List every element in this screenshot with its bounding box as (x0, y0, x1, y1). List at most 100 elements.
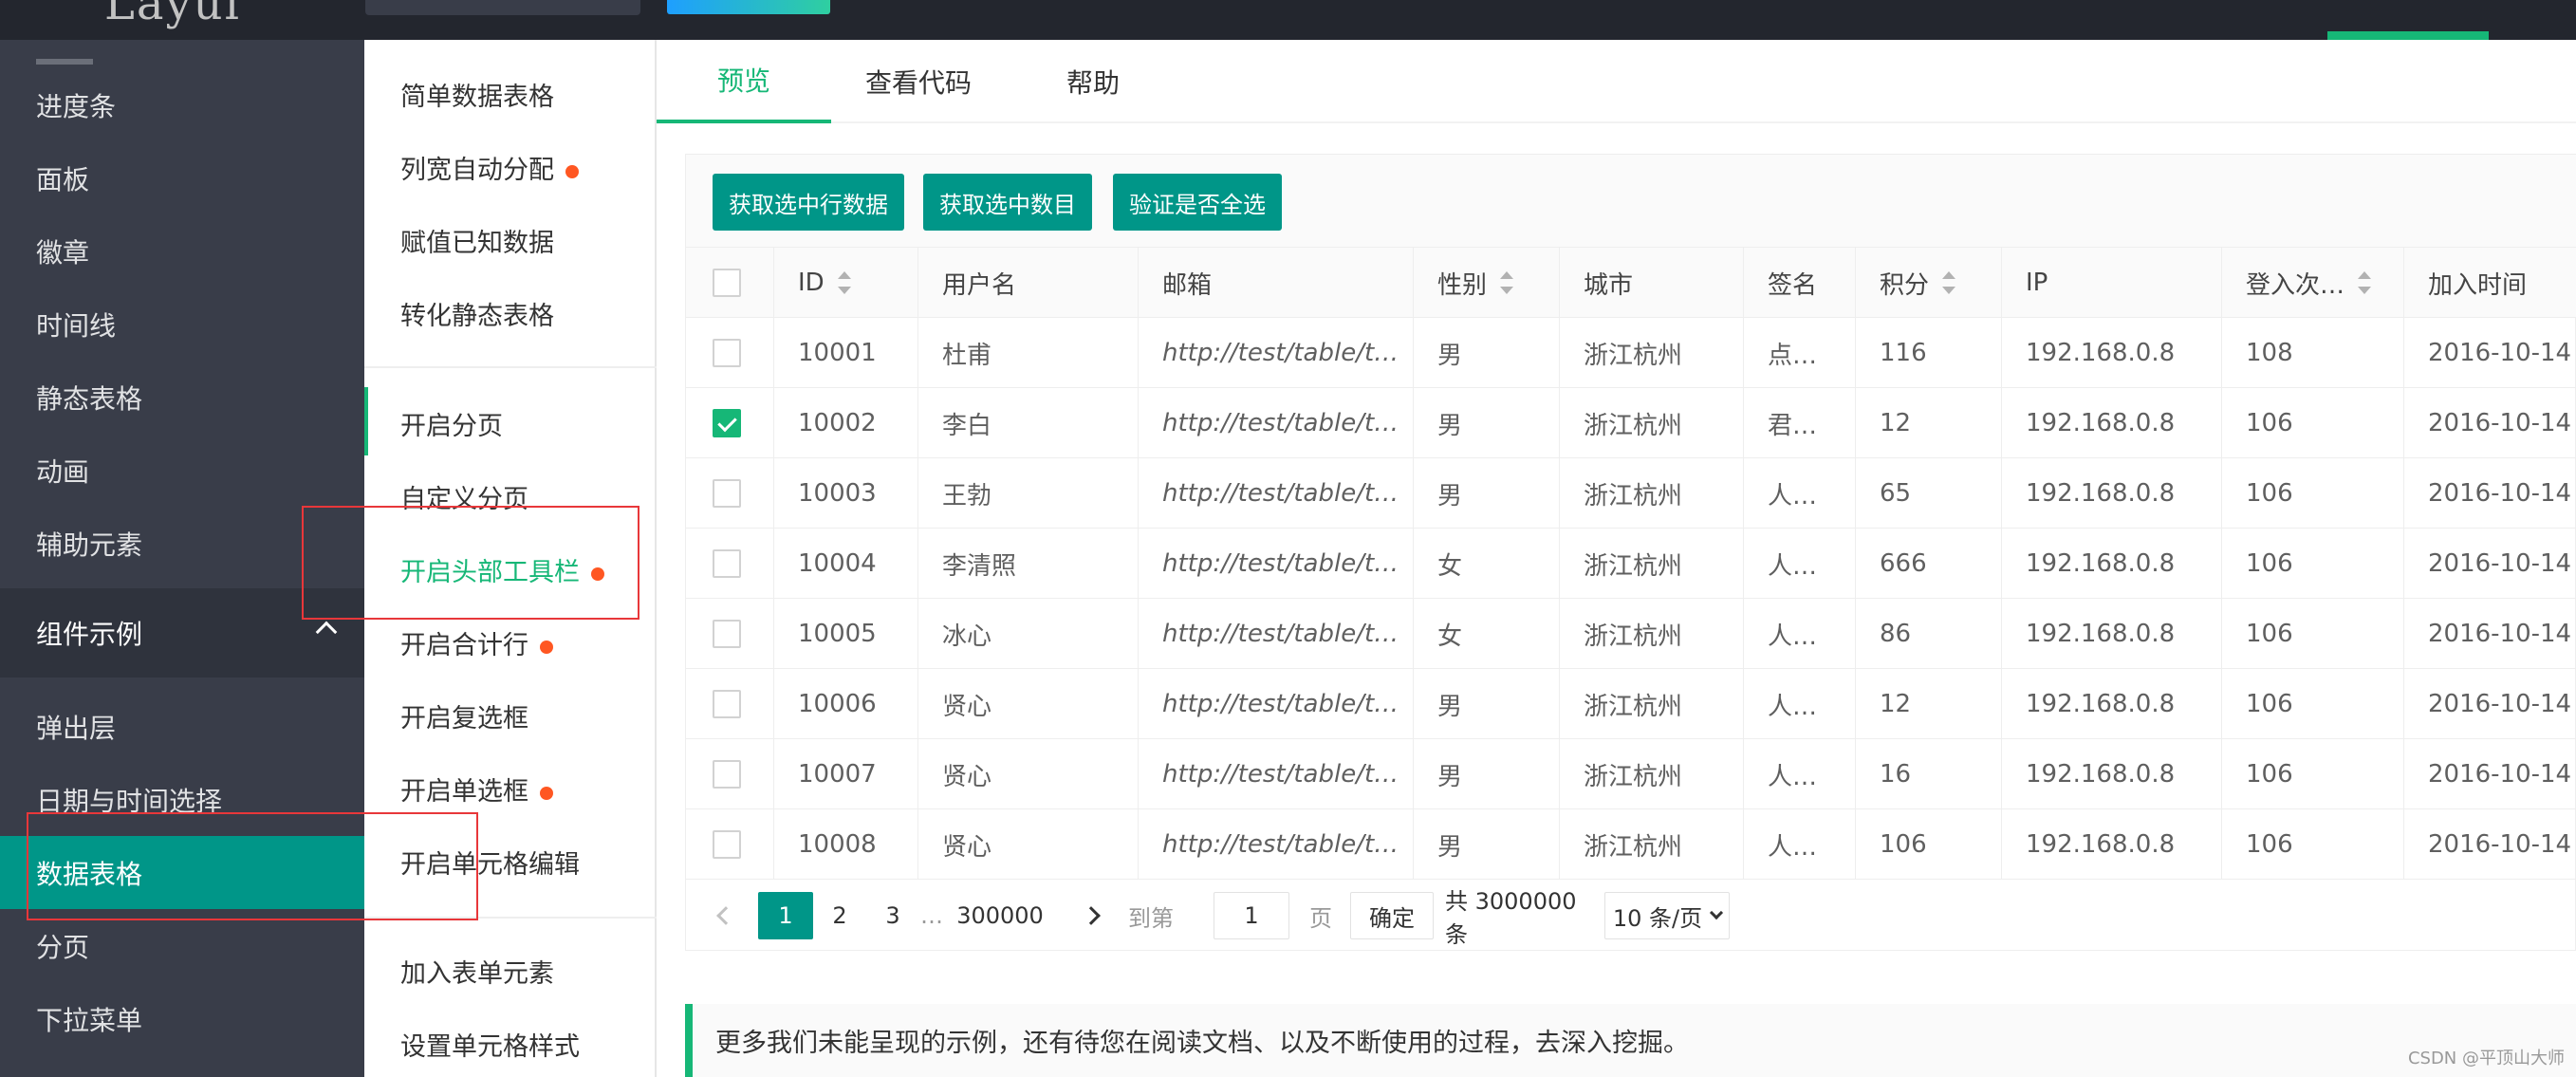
top-right-button[interactable] (2327, 31, 2489, 40)
subnav-checkbox[interactable]: 开启复选框 (400, 697, 528, 734)
cell-id: 10002 (798, 409, 877, 437)
prev-page-button[interactable] (707, 892, 745, 939)
tab-preview[interactable]: 预览 (657, 40, 831, 123)
column-header-label: 加入时间 (2428, 270, 2528, 300)
column-divider[interactable] (917, 529, 918, 599)
page-current[interactable]: 1 (758, 892, 813, 939)
cell-score: 12 (1880, 690, 1912, 718)
get-checked-count-button[interactable]: 获取选中数目 (923, 174, 1092, 231)
page-size-select[interactable]: 10 条/页 (1604, 892, 1730, 939)
column-divider (1743, 809, 1744, 880)
column-divider (1743, 739, 1744, 809)
page-last[interactable]: 300000 (948, 892, 1052, 939)
sort-icon[interactable] (837, 271, 851, 294)
column-divider (773, 529, 774, 599)
cell-sign: 人… (1768, 481, 1818, 511)
tab-help[interactable]: 帮助 (1006, 40, 1180, 123)
new-dot-icon (565, 164, 579, 178)
sort-icon[interactable] (2358, 271, 2372, 294)
row-checkbox[interactable] (713, 830, 741, 859)
sidebar-item-animation[interactable]: 动画 (0, 434, 364, 507)
row-checkbox[interactable] (713, 690, 741, 718)
row-checkbox[interactable] (713, 479, 741, 508)
subnav-enable-paging[interactable]: 开启分页 (400, 405, 503, 442)
table-row[interactable]: 10007 贤心 http://test/table/t… 男 浙江杭州 人… 16 192.… (686, 739, 2576, 809)
main-content: 预览 查看代码 帮助 获取选中行数据 获取选中数目 验证是否全选 ID 用户名 邮箱… (657, 40, 2576, 1077)
column-divider[interactable] (917, 669, 918, 739)
pagination: 1 2 3 … 300000 到第 1 页 确定 共 3000000 条 10 … (686, 878, 2576, 952)
column-header-ip: IP (2026, 248, 2217, 318)
column-divider[interactable] (917, 809, 918, 880)
page-3[interactable]: 3 (866, 892, 919, 939)
row-checkbox[interactable] (713, 760, 741, 789)
cell-email: http://test/table/t… (1162, 409, 1399, 437)
column-divider[interactable] (917, 248, 918, 318)
row-checkbox[interactable] (713, 339, 741, 367)
table-row[interactable]: 10005 冰心 http://test/table/t… 女 浙江杭州 人… 86 192.… (686, 599, 2576, 669)
top-search-box[interactable] (365, 0, 640, 15)
sidebar-item-dropdown[interactable]: 下拉菜单 (0, 982, 364, 1055)
goto-confirm-button[interactable]: 确定 (1350, 892, 1434, 939)
checkbox-cell (713, 809, 751, 880)
subnav-auto-width[interactable]: 列宽自动分配 (400, 149, 579, 186)
logo[interactable]: Layui (104, 0, 241, 30)
column-divider[interactable] (917, 388, 918, 458)
table-header-row: ID 用户名 邮箱 性别 城市 签名 积分 IP 登入次… 加入时间 (686, 248, 2576, 318)
column-header-label: 登入次… (2246, 270, 2345, 300)
column-divider (2001, 318, 2002, 388)
column-divider[interactable] (917, 318, 918, 388)
row-checkbox-checked[interactable] (713, 409, 741, 437)
column-divider (1559, 669, 1560, 739)
sort-icon[interactable] (1942, 271, 1956, 294)
sidebar-item-badge[interactable]: 徽章 (0, 214, 364, 288)
table-row[interactable]: 10002 李白 http://test/table/t… 男 浙江杭州 君… 12 192.… (686, 388, 2576, 458)
sidebar-item-timeline[interactable]: 时间线 (0, 288, 364, 361)
sort-icon[interactable] (1500, 271, 1514, 294)
next-page-button[interactable] (1069, 892, 1113, 939)
column-divider (2403, 248, 2404, 318)
column-header-sex[interactable]: 性别 (1437, 248, 1555, 318)
table-row[interactable]: 10008 贤心 http://test/table/t… 男 浙江杭州 人… 106 192… (686, 809, 2576, 880)
table-row[interactable]: 10004 李清照 http://test/table/t… 女 浙江杭州 人… 666 19… (686, 529, 2576, 599)
subnav-radio[interactable]: 开启单选框 (400, 771, 553, 808)
subnav-assign-data[interactable]: 赋值已知数据 (400, 222, 554, 259)
subnav-simple-table[interactable]: 简单数据表格 (400, 76, 554, 113)
column-header-id[interactable]: ID (798, 248, 914, 318)
get-checked-data-button[interactable]: 获取选中行数据 (713, 174, 904, 231)
column-divider[interactable] (917, 599, 918, 669)
cell-score: 16 (1880, 760, 1912, 789)
column-divider (2403, 739, 2404, 809)
top-action-button[interactable] (667, 0, 830, 14)
cell-logins: 106 (2246, 409, 2293, 437)
table-row[interactable]: 10006 贤心 http://test/table/t… 男 浙江杭州 人… 12 192.… (686, 669, 2576, 739)
cell-id: 10004 (798, 549, 877, 578)
sidebar-item-layer[interactable]: 弹出层 (0, 690, 364, 763)
goto-page-input[interactable]: 1 (1214, 892, 1289, 939)
cell-id: 10003 (798, 479, 877, 508)
column-divider (1855, 318, 1856, 388)
subnav-auto-width-label: 列宽自动分配 (400, 156, 554, 185)
subnav-cell-style[interactable]: 设置单元格样式 (400, 1026, 580, 1063)
checkbox-cell (713, 248, 751, 318)
cell-city: 浙江杭州 (1584, 692, 1683, 721)
sidebar-item-progress[interactable]: 进度条 (0, 68, 364, 141)
column-divider (1413, 248, 1414, 318)
table-row[interactable]: 10001 杜甫 http://test/table/t… 男 浙江杭州 点… 116 192… (686, 318, 2576, 388)
column-header-logins[interactable]: 登入次… (2246, 248, 2400, 318)
tab-view-code[interactable]: 查看代码 (831, 40, 1006, 123)
check-all-button[interactable]: 验证是否全选 (1113, 174, 1282, 231)
select-all-checkbox[interactable] (713, 269, 741, 297)
column-divider (1855, 529, 1856, 599)
sidebar-item-static-table[interactable]: 静态表格 (0, 361, 364, 434)
row-checkbox[interactable] (713, 620, 741, 648)
column-header-score[interactable]: 积分 (1880, 248, 1997, 318)
row-checkbox[interactable] (713, 549, 741, 578)
subnav-convert-static[interactable]: 转化静态表格 (400, 295, 554, 332)
page-2[interactable]: 2 (813, 892, 866, 939)
sidebar-item-panel[interactable]: 面板 (0, 141, 364, 214)
subnav-form-elements[interactable]: 加入表单元素 (400, 953, 554, 990)
column-divider[interactable] (917, 458, 918, 529)
column-divider[interactable] (917, 739, 918, 809)
table-row[interactable]: 10003 王勃 http://test/table/t… 男 浙江杭州 人… 65 192.… (686, 458, 2576, 529)
subnav-total-row[interactable]: 开启合计行 (400, 624, 553, 661)
